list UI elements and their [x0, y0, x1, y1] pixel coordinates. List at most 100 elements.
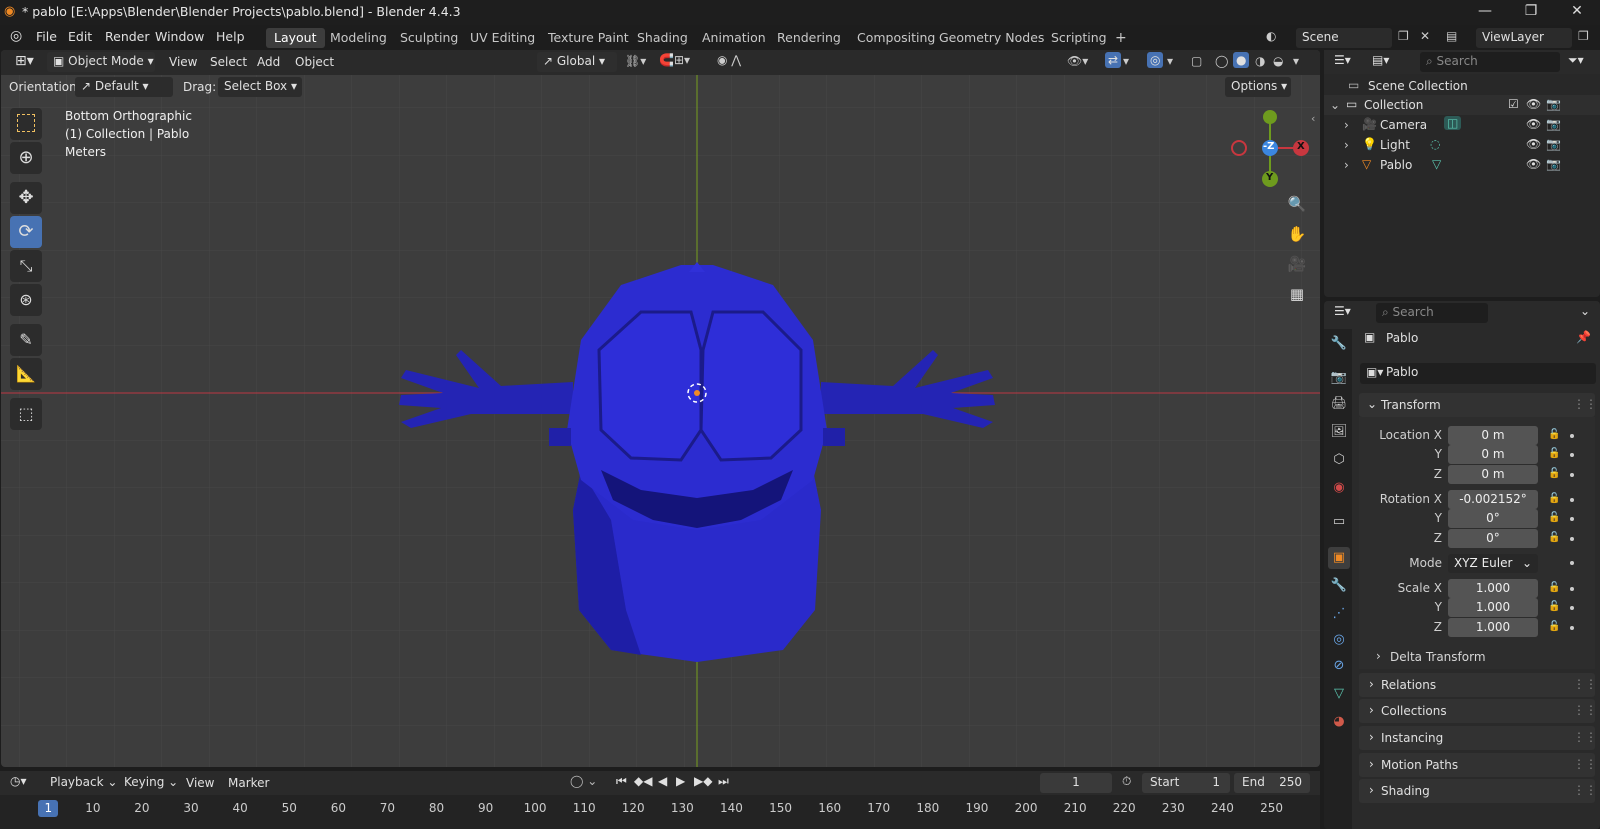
play-reverse-icon[interactable]: ◀ [658, 774, 667, 788]
menu-select[interactable]: Select [210, 55, 247, 69]
jump-start-icon[interactable]: ⏮ [616, 774, 627, 789]
lock-icon[interactable]: 🔓 [1548, 493, 1560, 505]
current-frame-field[interactable]: 1 [1040, 773, 1112, 793]
tab-modeling[interactable]: Modeling [322, 28, 395, 48]
pivot-icon[interactable]: ⛓▾ [625, 54, 646, 68]
keyframe-dot-icon[interactable] [1570, 606, 1574, 610]
overlays-dropdown-icon[interactable]: ▾ [1167, 54, 1173, 68]
keyframe-dot-icon[interactable] [1570, 453, 1574, 457]
timeline-view-menu[interactable]: View [186, 776, 214, 790]
scene-collection-row[interactable]: ▭ Scene Collection [1324, 76, 1600, 96]
chevron-right-icon[interactable]: › [1344, 118, 1349, 132]
add-workspace-icon[interactable]: + [1107, 28, 1135, 48]
shading-dropdown-icon[interactable]: ▾ [1293, 54, 1299, 68]
xray-icon[interactable]: ▢ [1191, 54, 1202, 68]
camera-data-icon[interactable]: ◫ [1444, 116, 1462, 130]
add-cube-tool[interactable]: ⬚ [10, 398, 42, 430]
rotation-y-field[interactable]: 0° [1448, 509, 1538, 528]
rotation-x-field[interactable]: -0.002152° [1448, 490, 1538, 509]
tab-layout[interactable]: Layout [266, 28, 325, 48]
keyframe-dot-icon[interactable] [1570, 561, 1574, 565]
jump-end-icon[interactable]: ⏭ [718, 774, 729, 789]
keyframe-dot-icon[interactable] [1570, 626, 1574, 630]
rendered-shading-icon[interactable]: ◒ [1273, 54, 1283, 68]
physics-tab-icon[interactable]: ◎ [1328, 629, 1350, 651]
minimize-icon[interactable]: — [1462, 0, 1508, 25]
scene-tab-icon[interactable]: ⬡ [1328, 449, 1350, 471]
transform-orientation-selector[interactable]: ↗ Global ▾ [537, 52, 617, 72]
output-tab-icon[interactable]: 🖨 [1328, 393, 1350, 415]
lock-icon[interactable]: 🔓 [1548, 582, 1560, 594]
collection-row[interactable]: ⌄ ▭ Collection ☑ 👁 📷 [1324, 95, 1600, 115]
scene-selector[interactable]: Scene [1296, 28, 1392, 48]
menu-window[interactable]: Window [155, 29, 204, 44]
start-frame-field[interactable]: Start 1 [1142, 773, 1230, 793]
view-layer-tab-icon[interactable]: 🖼 [1328, 421, 1350, 443]
motion-paths-panel[interactable]: › Motion Paths ⋮⋮ [1359, 753, 1597, 777]
lock-icon[interactable]: 🔓 [1548, 448, 1560, 460]
exclude-checkbox-icon[interactable]: ☑ [1508, 97, 1519, 111]
lock-icon[interactable]: 🔓 [1548, 532, 1560, 544]
drag-handle-icon[interactable]: ⋮⋮ [1573, 397, 1597, 411]
proportional-edit-icon[interactable]: ◉ ⋀ [717, 53, 741, 67]
world-tab-icon[interactable]: ◉ [1328, 477, 1350, 499]
overlays-toggle-icon[interactable]: ◎ [1147, 52, 1164, 68]
3d-viewport[interactable]: -Z X Y ⊞▾ ▣ Object Mode ▾ View Select Ad… [1, 50, 1320, 767]
marker-menu[interactable]: Marker [228, 776, 269, 790]
wireframe-shading-icon[interactable]: ◯ [1215, 54, 1228, 68]
gizmo-toggle-icon[interactable]: ⇄ [1105, 52, 1122, 68]
tab-rendering[interactable]: Rendering [769, 28, 849, 48]
light-data-icon[interactable]: ◌ [1430, 137, 1440, 151]
scale-x-field[interactable]: 1.000 [1448, 579, 1538, 598]
keyframe-dot-icon[interactable] [1570, 498, 1574, 502]
tab-geometry-nodes[interactable]: Geometry Nodes [931, 28, 1052, 48]
transform-tool[interactable]: ⊛ [10, 284, 42, 316]
tab-sculpting[interactable]: Sculpting [392, 28, 466, 48]
jump-keyframe-forward-icon[interactable]: ▶◆ [694, 774, 712, 788]
display-mode-icon[interactable]: ▤▾ [1372, 53, 1389, 67]
auto-keying-icon[interactable]: ◯ ⌄ [570, 774, 597, 788]
render-camera-icon[interactable]: 📷 [1546, 117, 1561, 131]
orientation-dropdown[interactable]: ↗ Default ▾ [75, 77, 173, 97]
options-dropdown[interactable]: Options ▾ [1225, 77, 1291, 97]
tab-scripting[interactable]: Scripting [1043, 28, 1115, 48]
keyframe-dot-icon[interactable] [1570, 587, 1574, 591]
select-box-tool[interactable] [10, 108, 42, 140]
jump-keyframe-back-icon[interactable]: ◆◀ [634, 774, 652, 788]
location-y-field[interactable]: 0 m [1448, 445, 1538, 464]
mesh-data-icon[interactable]: ▽ [1432, 157, 1441, 171]
render-tab-icon[interactable]: 📷 [1328, 367, 1350, 389]
scale-z-field[interactable]: 1.000 [1448, 618, 1538, 637]
rotation-mode-dropdown[interactable]: XYZ Euler ⌄ [1448, 554, 1538, 573]
modifier-tab-icon[interactable]: 🔧 [1328, 575, 1350, 597]
menu-edit[interactable]: Edit [68, 29, 92, 44]
location-z-field[interactable]: 0 m [1448, 465, 1538, 484]
eye-icon[interactable]: 👁 [1526, 117, 1541, 131]
keyframe-dot-icon[interactable] [1570, 517, 1574, 521]
menu-help[interactable]: Help [216, 29, 245, 44]
lock-icon[interactable]: 🔓 [1548, 429, 1560, 441]
properties-editor-icon[interactable]: ☰▾ [1334, 304, 1351, 318]
menu-object[interactable]: Object [295, 55, 334, 69]
measure-tool[interactable]: 📐 [10, 358, 42, 390]
instancing-panel[interactable]: › Instancing ⋮⋮ [1359, 726, 1597, 750]
maximize-icon[interactable]: ❐ [1508, 0, 1554, 25]
gizmo-dropdown-icon[interactable]: ▾ [1123, 54, 1129, 68]
viewport-canvas[interactable] [1, 50, 1320, 767]
outliner-item-pablo[interactable]: › ▽ Pablo ▽ 👁 📷 [1324, 155, 1600, 175]
chevron-right-icon[interactable]: › [1344, 158, 1349, 172]
outliner-item-camera[interactable]: › 🎥 Camera ◫ 👁 📷 [1324, 115, 1600, 135]
pan-hand-icon[interactable]: ✋ [1282, 220, 1312, 250]
drag-handle-icon[interactable]: ⋮⋮ [1573, 677, 1597, 691]
location-x-field[interactable]: 0 m [1448, 426, 1538, 445]
keying-menu[interactable]: Keying ⌄ [118, 773, 180, 793]
cursor-tool[interactable]: ⊕ [10, 142, 42, 174]
data-tab-icon[interactable]: ▽ [1328, 683, 1350, 705]
scene-type-icon[interactable]: ◐ [1266, 29, 1276, 43]
scale-y-field[interactable]: 1.000 [1448, 598, 1538, 617]
lock-icon[interactable]: 🔓 [1548, 512, 1560, 524]
lock-icon[interactable]: 🔓 [1548, 621, 1560, 633]
tool-tab-icon[interactable]: 🔧 [1328, 333, 1350, 355]
eye-icon[interactable]: 👁 [1526, 137, 1541, 151]
constraints-tab-icon[interactable]: ⊘ [1328, 655, 1350, 677]
